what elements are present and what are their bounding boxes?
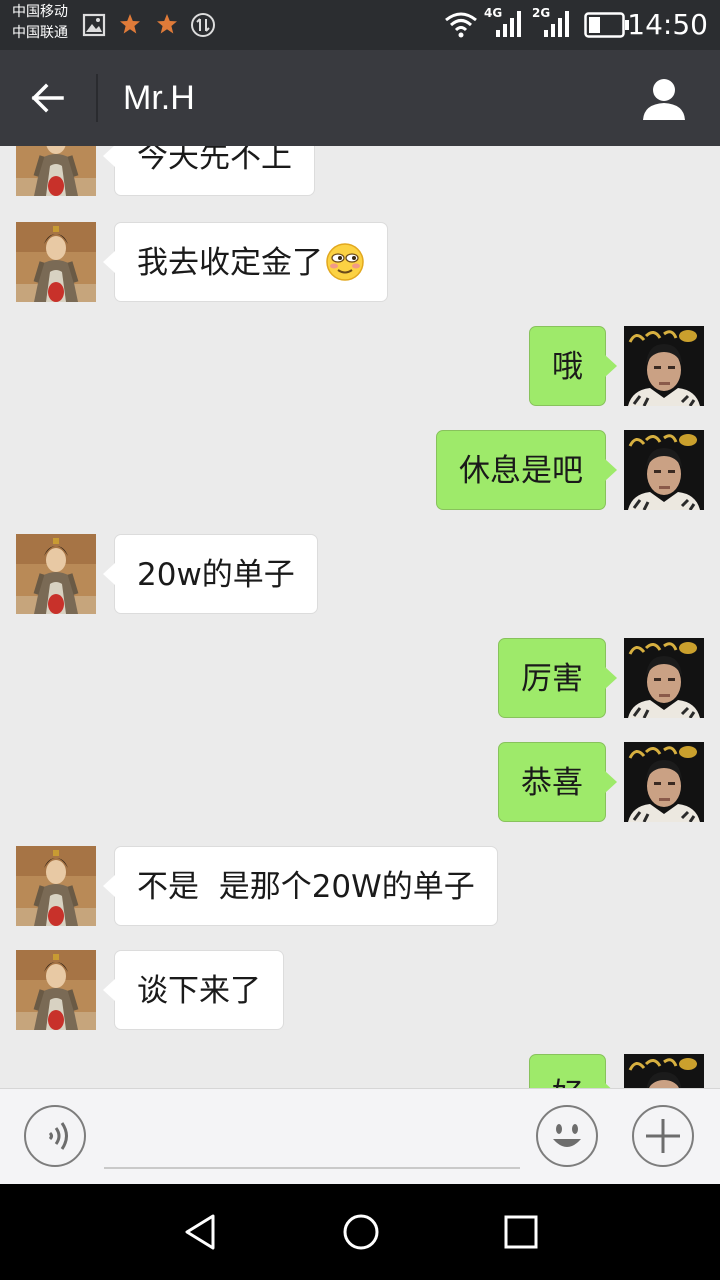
voice-icon bbox=[48, 1122, 68, 1150]
message-row: 我去收定金了 bbox=[0, 222, 720, 302]
message-bubble[interactable]: 不是 是那个20W的单子 bbox=[103, 846, 498, 926]
back-triangle-icon[interactable] bbox=[181, 1212, 221, 1252]
message-bubble[interactable]: 谈下来了 bbox=[103, 950, 284, 1030]
my-avatar[interactable] bbox=[624, 742, 704, 822]
status-bar: 中国移动 中国联通 4G 2G 14:50 bbox=[0, 0, 720, 50]
voice-button[interactable] bbox=[24, 1105, 86, 1167]
chat-header: Mr.H bbox=[0, 50, 720, 146]
contact-avatar[interactable] bbox=[16, 222, 96, 302]
contact-avatar[interactable] bbox=[16, 950, 96, 1030]
message-bubble[interactable]: 我去收定金了 bbox=[103, 222, 388, 302]
my-avatar[interactable] bbox=[624, 326, 704, 406]
clock: 14:50 bbox=[627, 8, 708, 41]
message-bubble[interactable]: 今天先不上 bbox=[103, 146, 315, 196]
star-icon bbox=[157, 14, 177, 34]
contact-avatar[interactable] bbox=[16, 846, 96, 926]
message-row: 20w的单子 bbox=[0, 534, 720, 614]
data-sync-icon bbox=[191, 13, 215, 37]
message-bubble[interactable]: 好 bbox=[529, 1054, 617, 1088]
wifi-icon bbox=[445, 12, 477, 38]
contact-avatar[interactable] bbox=[16, 146, 96, 196]
person-icon[interactable] bbox=[640, 76, 688, 124]
emoji-button[interactable] bbox=[536, 1105, 598, 1167]
my-avatar[interactable] bbox=[624, 430, 704, 510]
chat-title: Mr.H bbox=[123, 79, 195, 117]
more-button[interactable] bbox=[632, 1105, 694, 1167]
input-bar bbox=[0, 1088, 720, 1185]
message-bubble[interactable]: 哦 bbox=[529, 326, 617, 406]
carrier-names: 中国移动 中国联通 bbox=[12, 2, 68, 44]
blushing-smile-emoji-icon bbox=[326, 242, 364, 281]
image-icon bbox=[82, 13, 106, 37]
message-bubble[interactable]: 休息是吧 bbox=[436, 430, 617, 510]
message-input[interactable] bbox=[104, 1167, 520, 1169]
home-circle-icon[interactable] bbox=[341, 1212, 381, 1252]
message-bubble[interactable]: 厉害 bbox=[498, 638, 617, 718]
message-bubble[interactable]: 恭喜 bbox=[498, 742, 617, 822]
message-list[interactable]: 今天先不上 我去收定金了 哦 休息是吧 20w的单子 厉害 恭喜 不是 是那个2… bbox=[0, 146, 720, 1088]
recents-square-icon[interactable] bbox=[501, 1212, 541, 1252]
my-avatar[interactable] bbox=[624, 1054, 704, 1088]
message-text: 我去收定金了 bbox=[137, 245, 323, 281]
message-row: 恭喜 bbox=[0, 742, 720, 822]
message-row: 好 bbox=[0, 1054, 720, 1088]
header-divider bbox=[96, 74, 98, 122]
battery-icon bbox=[584, 12, 629, 38]
message-row: 厉害 bbox=[0, 638, 720, 718]
my-avatar[interactable] bbox=[624, 638, 704, 718]
emoji-icon bbox=[553, 1124, 581, 1147]
contact-avatar[interactable] bbox=[16, 534, 96, 614]
system-nav-bar bbox=[0, 1184, 720, 1280]
carrier-1: 中国移动 bbox=[12, 4, 68, 20]
plus-icon bbox=[646, 1119, 680, 1153]
message-row: 哦 bbox=[0, 326, 720, 406]
message-bubble[interactable]: 20w的单子 bbox=[103, 534, 318, 614]
message-row: 谈下来了 bbox=[0, 950, 720, 1030]
signal-icon bbox=[544, 11, 569, 37]
message-row: 不是 是那个20W的单子 bbox=[0, 846, 720, 926]
carrier-2: 中国联通 bbox=[12, 25, 68, 41]
arrow-left-icon[interactable] bbox=[28, 78, 68, 118]
signal-icon bbox=[496, 11, 521, 37]
message-row: 今天先不上 bbox=[0, 146, 720, 196]
star-icon bbox=[120, 14, 140, 34]
message-row: 休息是吧 bbox=[0, 430, 720, 510]
